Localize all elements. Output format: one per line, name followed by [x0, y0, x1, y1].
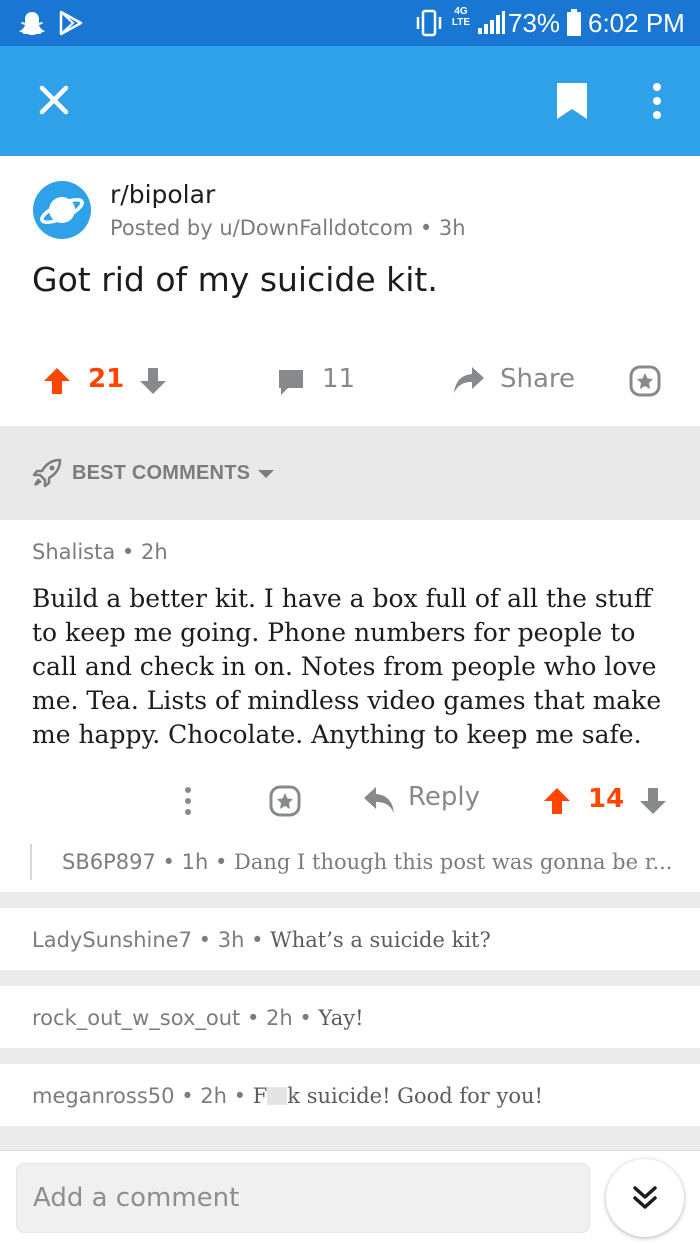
comment-meta: LadySunshine7 • 3h • What’s a suicide ki… [32, 928, 491, 952]
comment-author[interactable]: Shalista [32, 540, 115, 564]
reply-age: 1h [181, 850, 209, 874]
add-comment-placeholder: Add a comment [33, 1183, 240, 1213]
comment-card: Shalista • 2h Build a better kit. I have… [0, 520, 700, 892]
award-icon[interactable] [268, 784, 302, 818]
upvote-icon[interactable] [42, 366, 72, 396]
reply-author: SB6P897 [62, 850, 156, 874]
collapsed-comment[interactable]: rock_out_w_sox_out • 2h • Yay! [0, 986, 700, 1048]
status-bar: 4G LTE 73% 6:02 PM [0, 0, 700, 46]
scroll-to-next-button[interactable] [606, 1159, 684, 1237]
comment-age: 2h [200, 1084, 227, 1108]
post-title: Got rid of my suicide kit. [32, 260, 438, 299]
share-icon[interactable] [452, 364, 486, 396]
comment-count[interactable]: 11 [322, 364, 355, 394]
reply-button[interactable]: Reply [408, 782, 480, 812]
network-type-label: 4G LTE [451, 6, 471, 28]
meta-separator: • [246, 1006, 260, 1030]
close-icon[interactable] [34, 80, 74, 120]
rocket-icon [32, 458, 62, 488]
collapsed-comment[interactable]: LadySunshine7 • 3h • What’s a suicide ki… [0, 908, 700, 970]
more-vertical-icon[interactable] [180, 784, 196, 818]
meta-separator: • [198, 928, 212, 952]
battery-percent: 73% [508, 8, 561, 38]
subreddit-avatar-icon[interactable] [32, 180, 92, 240]
post-meta: Posted by u/DownFalldotcom • 3h [110, 216, 466, 240]
award-icon[interactable] [628, 364, 662, 398]
comment-preview: Fk suicide! Good for you! [253, 1084, 543, 1108]
meta-separator: • [251, 928, 264, 952]
meta-separator: • [121, 540, 135, 564]
posted-by-label: Posted by [110, 216, 213, 240]
vibrate-icon [416, 9, 442, 37]
reply-icon[interactable] [362, 784, 396, 816]
meta-separator: • [233, 1084, 247, 1108]
collapsed-reply[interactable]: SB6P897 • 1h • Dang I though this post w… [62, 850, 672, 874]
more-vertical-icon[interactable] [646, 82, 668, 122]
double-chevron-down-icon [633, 1186, 657, 1209]
comment-score: 14 [588, 784, 625, 814]
chevron-down-icon [258, 470, 274, 478]
comment-author: meganross50 [32, 1084, 175, 1108]
post-age: 3h [438, 216, 466, 240]
preview-end: k suicide! Good for you! [287, 1084, 543, 1108]
signal-icon [478, 11, 505, 34]
subreddit-name[interactable]: r/bipolar [110, 180, 215, 209]
comment-meta: rock_out_w_sox_out • 2h • Yay! [32, 1006, 364, 1030]
meta-separator: • [419, 216, 433, 240]
comment-preview: Yay! [318, 1006, 364, 1030]
comment-age: 2h [141, 540, 168, 564]
meta-separator: • [299, 1006, 312, 1030]
meta-separator: • [181, 1084, 194, 1108]
post-card: r/bipolar Posted by u/DownFalldotcom • 3… [0, 156, 700, 426]
snapchat-icon [19, 12, 45, 35]
add-comment-input[interactable]: Add a comment [16, 1163, 590, 1233]
preview-start: F [252, 1084, 268, 1108]
comment-body: Build a better kit. I have a box full of… [32, 584, 662, 749]
comment-age: 2h [266, 1006, 293, 1030]
collapsed-comment[interactable]: meganross50 • 2h • Fk suicide! Good for … [0, 1064, 700, 1126]
play-store-icon [59, 10, 83, 36]
bookmark-icon[interactable] [554, 80, 590, 122]
comment-meta: Shalista • 2h [32, 540, 168, 564]
clock: 6:02 PM [588, 8, 685, 38]
meta-separator: • [162, 850, 175, 874]
comment-preview: What’s a suicide kit? [270, 928, 491, 952]
sort-label: BEST COMMENTS [72, 462, 251, 484]
comment-icon[interactable] [276, 367, 306, 397]
comment-age: 3h [217, 928, 245, 952]
meta-separator: • [214, 850, 228, 874]
app-bar [0, 46, 700, 156]
post-author[interactable]: u/DownFalldotcom [219, 216, 413, 240]
reply-preview: Dang I though this post was gonna be r..… [234, 850, 673, 874]
censor-blur [267, 1087, 288, 1105]
upvote-icon[interactable] [542, 786, 572, 816]
thread-line [30, 844, 32, 880]
comment-composer: Add a comment [0, 1150, 700, 1244]
comment-author: LadySunshine7 [32, 928, 192, 952]
comment-sort-bar[interactable]: BEST COMMENTS [0, 426, 700, 520]
comment-meta: meganross50 • 2h • Fk suicide! Good for … [32, 1084, 543, 1108]
battery-icon [567, 9, 581, 36]
share-button[interactable]: Share [500, 364, 575, 394]
post-score: 21 [88, 364, 125, 394]
downvote-icon[interactable] [638, 786, 668, 816]
downvote-icon[interactable] [138, 366, 168, 396]
comment-author: rock_out_w_sox_out [32, 1006, 241, 1030]
